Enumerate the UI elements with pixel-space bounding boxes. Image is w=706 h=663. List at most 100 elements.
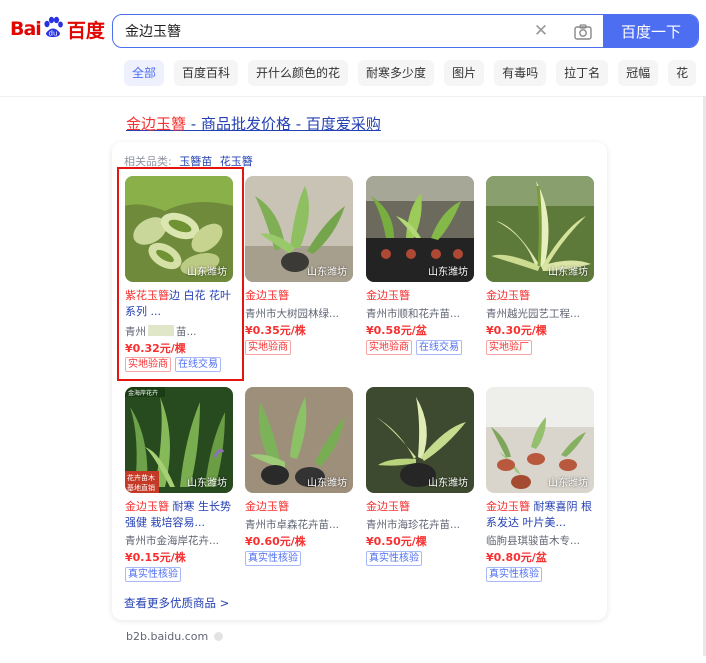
info-dot-icon[interactable] [214, 632, 224, 641]
product-name-red: 金边玉簪 [245, 500, 289, 513]
search-box: ✕ 百度一下 [112, 14, 699, 48]
related-item-1[interactable]: 玉簪苗 [179, 155, 212, 168]
clear-icon[interactable]: ✕ [531, 21, 551, 41]
location-tag: 山东潍坊 [548, 478, 588, 489]
tab-all[interactable]: 全部 [124, 60, 165, 86]
product-price: ¥0.32元/棵 [125, 342, 186, 355]
tab-flower-color[interactable]: 开什么颜色的花 [248, 60, 349, 86]
product-name-red: 金边玉簪 [486, 289, 530, 302]
location-tag: 山东潍坊 [548, 267, 588, 278]
product-name[interactable]: 金边玉簪 耐寒 生长势强健 栽培容易... [125, 499, 237, 531]
product-price: ¥0.50元/棵 [366, 535, 427, 548]
authenticity-badge: 真实性核验 [245, 551, 301, 566]
product-name[interactable]: 金边玉簪 [366, 288, 478, 304]
product-name-red: 金边玉簪 [366, 500, 410, 513]
tab-latin-name[interactable]: 拉丁名 [556, 60, 609, 86]
result-title-link[interactable]: 金边玉簪 - 商品批发价格 - 百度爱采购 [126, 113, 381, 134]
badge-row: 实地验商 在线交易 [125, 357, 225, 372]
product-price: ¥0.15元/株 [125, 551, 186, 564]
product-image[interactable]: 山东潍坊 [486, 387, 594, 493]
tab-flower[interactable]: 花 [668, 60, 697, 86]
product-name-red: 紫花玉簪 [125, 289, 169, 302]
source-url[interactable]: b2b.baidu.com [126, 630, 224, 643]
product-image[interactable]: 山东潍坊 [366, 387, 474, 493]
product-image[interactable]: 山东潍坊 [125, 176, 233, 282]
tab-baike[interactable]: 百度百科 [174, 60, 239, 86]
seller-name[interactable]: 青州越光园艺工程... [486, 306, 598, 321]
product-name[interactable]: 紫花玉簪边 白花 花叶系列 ... [125, 288, 237, 320]
product-price: ¥0.30元/棵 [486, 324, 547, 337]
product-image[interactable]: 金海岸花卉 花卉苗木 基地直销 山东潍坊 [125, 387, 233, 493]
product-name[interactable]: 金边玉簪 [366, 499, 478, 515]
verify-badge: 实地验商 [245, 340, 291, 355]
authenticity-badge: 真实性核验 [486, 567, 542, 582]
badge-row: 真实性核验 [245, 551, 305, 566]
blurred-patch [148, 325, 174, 336]
tab-images[interactable]: 图片 [444, 60, 485, 86]
product-image[interactable]: 山东潍坊 [486, 176, 594, 282]
product-name-red: 金边玉簪 [125, 500, 169, 513]
search-tabs: 全部 百度百科 开什么颜色的花 耐寒多少度 图片 有毒吗 拉丁名 冠幅 花 [124, 60, 706, 86]
tab-toxic[interactable]: 有毒吗 [494, 60, 547, 86]
authenticity-badge: 真实性核验 [366, 551, 422, 566]
online-trade-badge: 在线交易 [416, 340, 462, 355]
product-image[interactable]: 山东潍坊 [245, 176, 353, 282]
product-name[interactable]: 金边玉簪 [486, 288, 598, 304]
seller-name[interactable]: 临朐县琪骏苗木专... [486, 533, 598, 548]
product-name-red: 金边玉簪 [245, 289, 289, 302]
related-label: 相关品类: [124, 155, 172, 168]
badge-row: 实地验商 在线交易 [366, 340, 466, 355]
badge-row: 实地验厂 [486, 340, 536, 355]
badge-row: 真实性核验 [125, 567, 185, 582]
product-price: ¥0.58元/盆 [366, 324, 427, 337]
header: Bai du 百度 ✕ 百度一下 全部 百度百科 开什么颜 [0, 0, 706, 97]
seller-name-head: 青州 [125, 326, 146, 338]
svg-text:du: du [48, 30, 57, 38]
location-tag: 山东潍坊 [428, 267, 468, 278]
product-name[interactable]: 金边玉簪 [245, 288, 357, 304]
source-url-text: b2b.baidu.com [126, 630, 209, 643]
verify-badge: 实地验商 [366, 340, 412, 355]
seller-name[interactable]: 青州市卓森花卉苗... [245, 517, 357, 532]
result-title-rest: - 商品批发价格 - 百度爱采购 [186, 115, 381, 133]
verify-badge: 实地验厂 [486, 340, 532, 355]
product-name-red: 金边玉簪 [366, 289, 410, 302]
paw-logo-icon: du [42, 16, 64, 38]
logo-text-bai: Bai [10, 18, 42, 40]
product-price: ¥0.35元/株 [245, 324, 306, 337]
seller-name[interactable]: 青州市金海岸花卉... [125, 533, 237, 548]
badge-row: 真实性核验 [486, 567, 546, 582]
tab-crown-width[interactable]: 冠幅 [618, 60, 659, 86]
related-item-2[interactable]: 花玉簪 [220, 155, 253, 168]
search-input[interactable] [125, 15, 505, 47]
search-button[interactable]: 百度一下 [603, 15, 698, 47]
seller-name-tail: 苗... [176, 326, 197, 338]
camera-icon[interactable] [573, 22, 593, 42]
svg-text:基地直销: 基地直销 [127, 483, 155, 492]
more-products-link[interactable]: 查看更多优质商品 > [124, 595, 229, 611]
seller-name[interactable]: 青州市大树园林绿... [245, 306, 357, 321]
product-name-red: 金边玉簪 [486, 500, 530, 513]
product-name[interactable]: 金边玉簪 [245, 499, 357, 515]
tab-cold-tolerance[interactable]: 耐寒多少度 [358, 60, 435, 86]
verify-badge: 实地验商 [125, 357, 171, 372]
location-tag: 山东潍坊 [307, 478, 347, 489]
badge-row: 实地验商 [245, 340, 295, 355]
svg-text:花卉苗木: 花卉苗木 [127, 473, 155, 482]
result-title-highlight: 金边玉簪 [126, 115, 187, 133]
product-image[interactable]: 山东潍坊 [366, 176, 474, 282]
location-tag: 山东潍坊 [187, 478, 227, 489]
product-price: ¥0.80元/盆 [486, 551, 547, 564]
seller-name[interactable]: 青州 苗... [125, 324, 237, 339]
related-categories: 相关品类: 玉簪苗 花玉簪 [124, 153, 253, 169]
seller-name[interactable]: 青州市顺和花卉苗... [366, 306, 478, 321]
seller-name[interactable]: 青州市海珍花卉苗... [366, 517, 478, 532]
location-tag: 山东潍坊 [307, 267, 347, 278]
authenticity-badge: 真实性核验 [125, 567, 181, 582]
baidu-logo[interactable]: Bai du 百度 [10, 11, 105, 47]
product-card: 相关品类: 玉簪苗 花玉簪 山东潍坊 紫花玉簪边 白花 花叶系列 ... 青州 苗… [112, 142, 607, 620]
svg-text:金海岸花卉: 金海岸花卉 [128, 389, 158, 397]
online-trade-badge: 在线交易 [175, 357, 221, 372]
product-image[interactable]: 山东潍坊 [245, 387, 353, 493]
product-name[interactable]: 金边玉簪 耐寒喜阴 根系发达 叶片美... [486, 499, 598, 531]
